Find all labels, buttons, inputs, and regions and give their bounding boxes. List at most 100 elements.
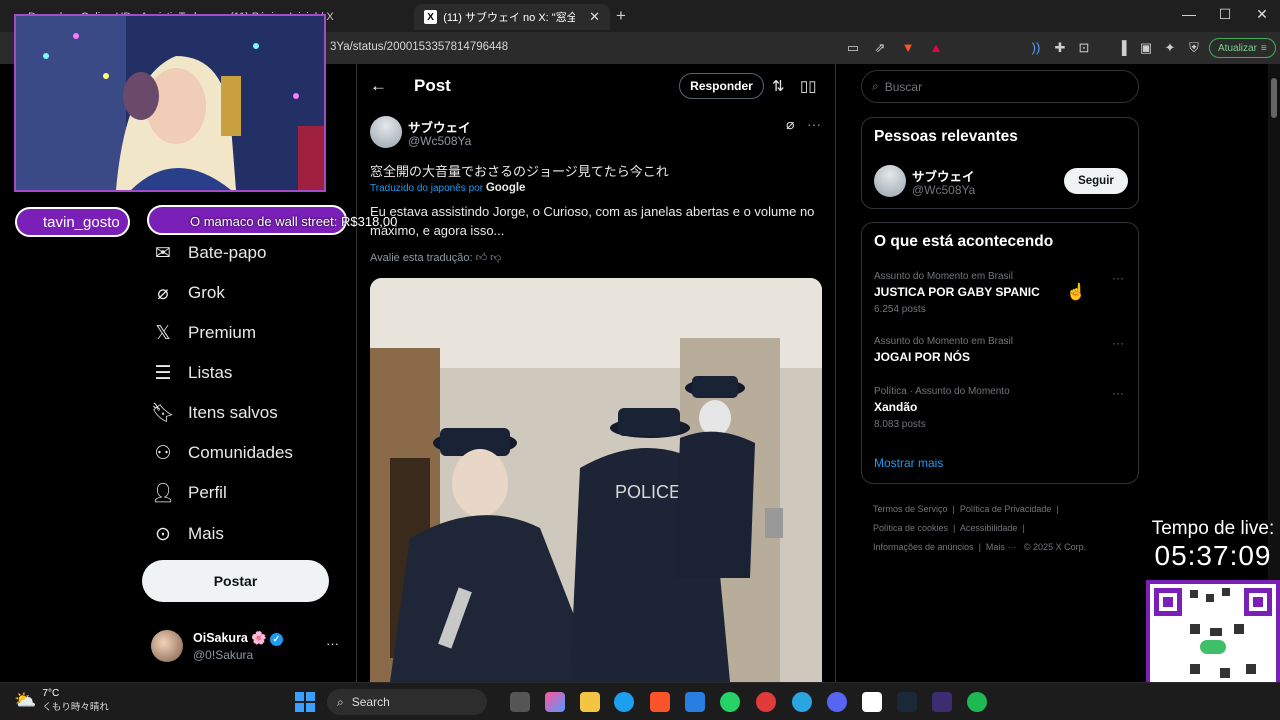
- reader-icon[interactable]: ▯▯: [800, 77, 817, 95]
- share-icon[interactable]: ⇗: [872, 40, 888, 56]
- obs-icon[interactable]: [862, 692, 882, 712]
- post-button[interactable]: Postar: [142, 560, 329, 602]
- nav-item-profile[interactable]: 👤︎ Perfil: [150, 482, 227, 504]
- footer-link[interactable]: Política de cookies: [873, 523, 948, 533]
- task-view-icon[interactable]: [510, 692, 530, 712]
- police-photo: POLICE: [370, 278, 822, 682]
- thumbs-up-icon[interactable]: 👍︎: [476, 252, 488, 264]
- vpn-icon[interactable]: ⛨: [1186, 40, 1202, 56]
- footer-link[interactable]: Informações de anúncios: [873, 542, 974, 552]
- trend-meta: Política · Assunto do Momento: [874, 386, 1010, 397]
- mail-icon: ✉: [155, 242, 171, 264]
- nav-item-lists[interactable]: ☰ Listas: [152, 362, 232, 384]
- trend-count: 8.083 posts: [874, 419, 926, 430]
- sidebar-icon[interactable]: ▐: [1114, 40, 1130, 56]
- more-icon[interactable]: ···: [326, 636, 339, 651]
- update-button[interactable]: Atualizar ≡: [1209, 38, 1276, 58]
- brave-icon[interactable]: [650, 692, 670, 712]
- translation-prefix: Traduzido do japonês por: [370, 183, 484, 194]
- more-icon[interactable]: ···: [1112, 271, 1124, 285]
- footer-link[interactable]: Acessibilidade: [960, 523, 1018, 533]
- app-icon[interactable]: [756, 692, 776, 712]
- translation-credit[interactable]: Traduzido do japonês por Google: [370, 182, 525, 194]
- screenshot-icon[interactable]: ⊡: [1076, 40, 1092, 56]
- url-field[interactable]: 3Ya/status/2000153357814796448: [330, 41, 508, 53]
- scrollbar-thumb[interactable]: [1271, 78, 1277, 118]
- tab-x-post[interactable]: X (11) サブウェイ no X: "窓全開の大音 ✕: [414, 4, 610, 30]
- more-icon[interactable]: ···: [1112, 336, 1124, 350]
- windows-start-icon[interactable]: [295, 692, 315, 712]
- search-input[interactable]: ⌕ Buscar: [861, 70, 1139, 103]
- trend-item[interactable]: Assunto do Momento em Brasil JUSTICA POR…: [862, 271, 1138, 327]
- nav-item-chat[interactable]: ✉ Bate-papo: [152, 242, 266, 264]
- footer-link[interactable]: Termos de Serviço: [873, 504, 948, 514]
- speech-icon[interactable]: )): [1028, 40, 1044, 56]
- leo-ai-icon[interactable]: ✦: [1162, 40, 1178, 56]
- grok-icon[interactable]: ⌀: [786, 116, 794, 133]
- author-handle[interactable]: @Wc508Ya: [408, 134, 471, 148]
- adjust-icon[interactable]: ⇅: [772, 77, 785, 95]
- back-arrow-icon[interactable]: ←: [370, 76, 387, 96]
- post-media-image[interactable]: POLICE: [370, 278, 822, 682]
- reply-button[interactable]: Responder: [679, 73, 764, 99]
- footer-link[interactable]: Mais ···: [986, 542, 1017, 552]
- spotify-icon[interactable]: [967, 692, 987, 712]
- person-handle[interactable]: @Wc508Ya: [912, 183, 975, 197]
- close-icon[interactable]: ✕: [589, 9, 600, 25]
- brave-rewards-icon[interactable]: ▲: [928, 40, 944, 56]
- footer-link[interactable]: Política de Privacidade: [960, 504, 1052, 514]
- author-avatar[interactable]: [370, 116, 402, 148]
- live-timer: Tempo de live: 05:37:09: [1146, 518, 1280, 572]
- copilot-icon[interactable]: [545, 692, 565, 712]
- nav-item-communities[interactable]: ⚇ Comunidades: [152, 442, 292, 464]
- wallet-icon[interactable]: ▣: [1138, 40, 1154, 56]
- weather-widget[interactable]: ⛅ 7°C くもり時々晴れ: [14, 688, 109, 713]
- nav-item-premium[interactable]: 𝕏 Premium: [152, 322, 256, 344]
- profile-icon: 👤︎: [150, 483, 176, 504]
- nav-item-more[interactable]: ⊙ Mais: [152, 523, 224, 545]
- thumbs-down-icon[interactable]: 👎︎: [490, 252, 501, 264]
- edge-icon[interactable]: [614, 692, 634, 712]
- account-switcher[interactable]: OiSakura 🌸 ✓ @0!Sakura ···: [151, 630, 341, 662]
- more-icon[interactable]: ···: [807, 116, 821, 132]
- discord-icon[interactable]: [827, 692, 847, 712]
- google-logo: Google: [485, 182, 526, 194]
- more-icon[interactable]: ···: [1112, 386, 1124, 400]
- new-tab-button[interactable]: +: [616, 6, 626, 26]
- show-more-link[interactable]: Mostrar mais: [874, 456, 943, 470]
- person-avatar[interactable]: [874, 165, 906, 197]
- nav-label: Mais: [188, 524, 224, 543]
- follow-button[interactable]: Seguir: [1064, 168, 1128, 194]
- update-label: Atualizar: [1218, 42, 1257, 54]
- trend-item[interactable]: Assunto do Momento em Brasil JOGAI POR N…: [862, 336, 1138, 364]
- grok-icon: ⌀: [157, 282, 169, 304]
- trend-item[interactable]: Política · Assunto do Momento Xandão 8.0…: [862, 386, 1138, 430]
- whatsapp-icon[interactable]: [720, 692, 740, 712]
- extensions-icon[interactable]: ✚: [1052, 40, 1068, 56]
- file-explorer-icon[interactable]: [580, 692, 600, 712]
- maximize-button[interactable]: ☐: [1215, 6, 1235, 23]
- trend-meta: Assunto do Momento em Brasil: [874, 336, 1013, 347]
- store-icon[interactable]: [685, 692, 705, 712]
- live-label: Tempo de live:: [1151, 518, 1275, 539]
- steam-icon[interactable]: [897, 692, 917, 712]
- x-logo-icon: 𝕏: [155, 322, 171, 344]
- trending-card: O que está acontecendo Assunto do Moment…: [861, 222, 1139, 484]
- nav-item-grok[interactable]: ⌀ Grok: [152, 282, 225, 304]
- svg-text:POLICE: POLICE: [615, 482, 681, 502]
- window-close-button[interactable]: ✕: [1252, 6, 1272, 23]
- chat-message: O mamaco de wall street: R$318,00: [190, 214, 398, 229]
- copyright: © 2025 X Corp.: [1023, 542, 1087, 552]
- telegram-icon[interactable]: [792, 692, 812, 712]
- nav-label: Premium: [188, 323, 257, 342]
- nav-label: Perfil: [188, 483, 227, 502]
- taskbar-search[interactable]: ⌕ Search: [327, 689, 487, 715]
- verified-icon: ✓: [269, 633, 283, 646]
- nav-item-bookmarks[interactable]: 🔖︎ Itens salvos: [151, 402, 278, 424]
- trend-count: 6.254 posts: [874, 304, 926, 315]
- nav-label: Grok: [188, 283, 225, 302]
- minimize-button[interactable]: —: [1179, 6, 1199, 22]
- app-icon[interactable]: [932, 692, 952, 712]
- install-icon[interactable]: ▭: [845, 40, 861, 56]
- brave-shield-icon[interactable]: ▼: [900, 40, 916, 56]
